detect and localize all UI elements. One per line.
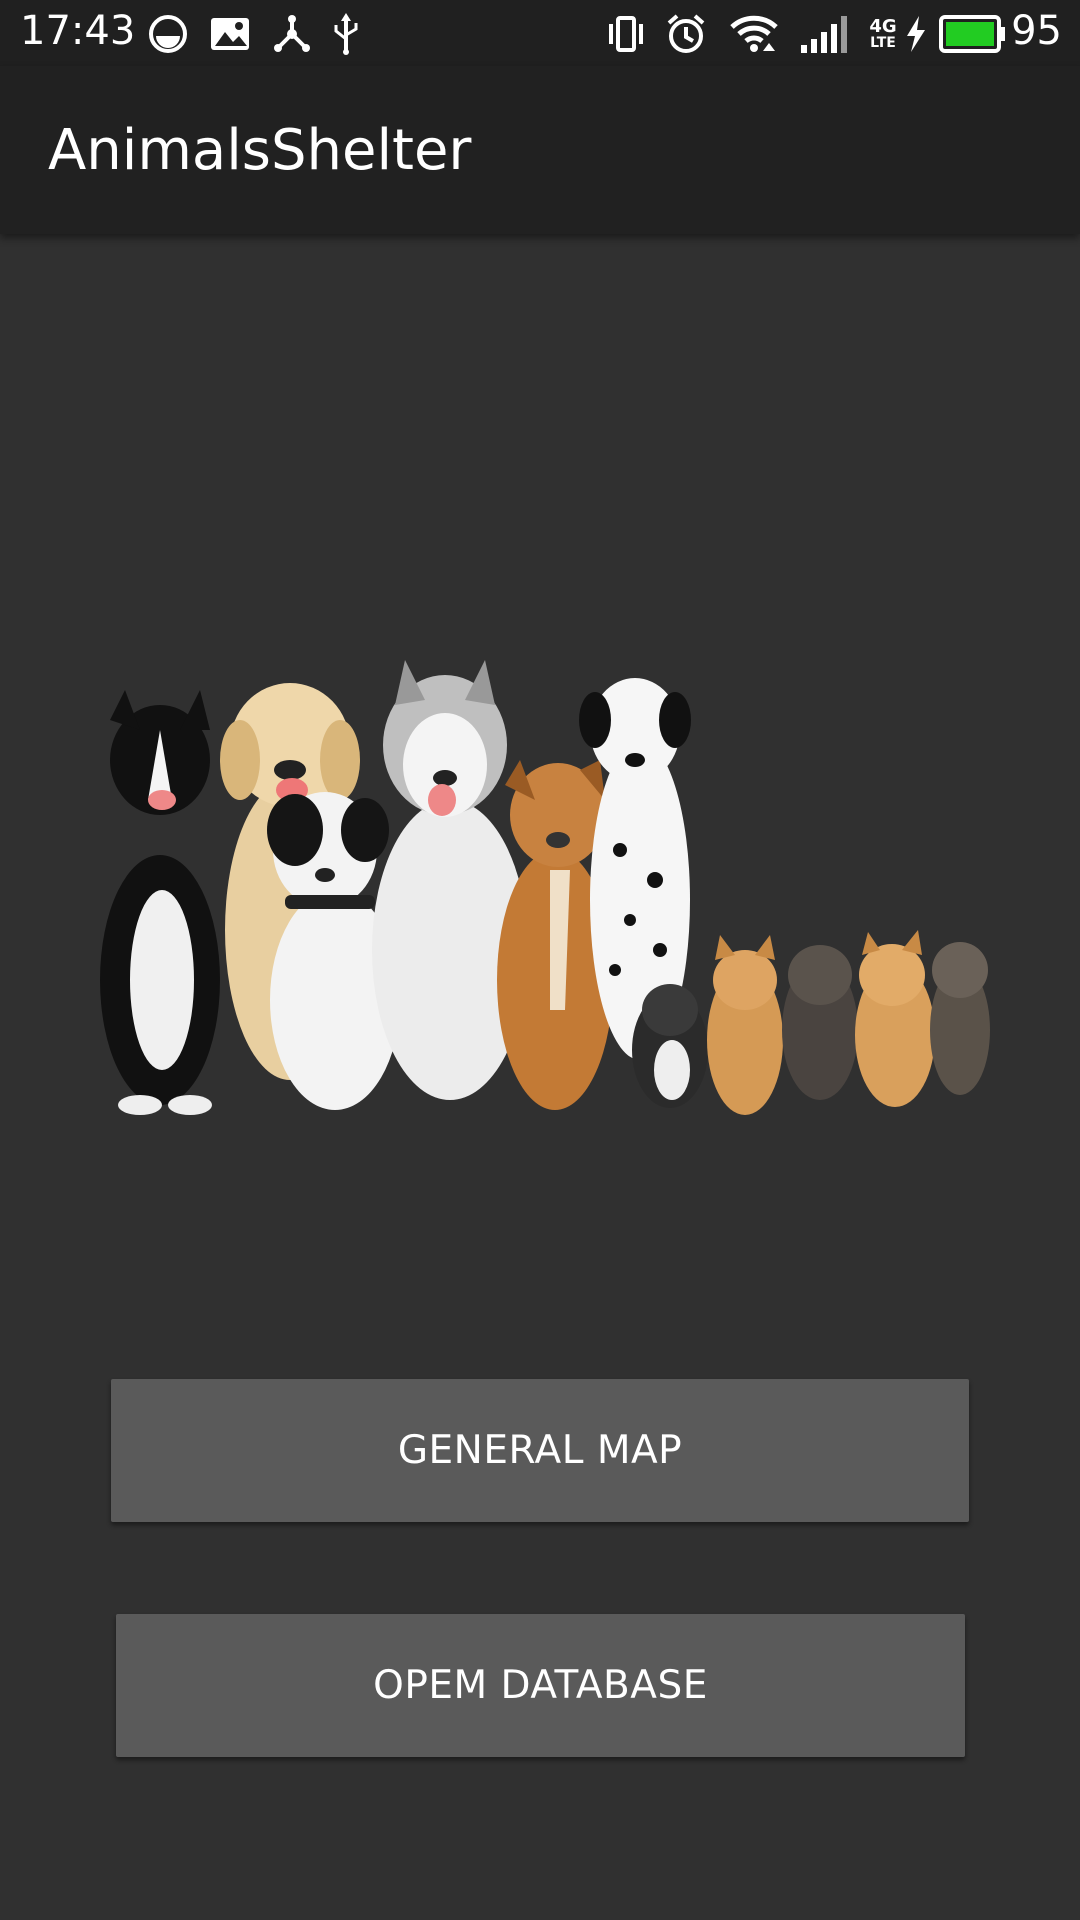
network-sub-label: LTE <box>870 35 896 51</box>
share-nodes-icon <box>270 12 314 56</box>
general-map-button[interactable]: GENERAL MAP <box>111 1379 969 1522</box>
status-bar: 17:43 4G LTE 95 <box>0 0 1080 66</box>
battery-icon <box>938 12 1008 56</box>
border-collie-dog <box>100 690 220 1115</box>
moon-circle-icon <box>146 12 190 56</box>
usb-icon <box>326 12 366 56</box>
status-time: 17:43 <box>20 8 136 54</box>
network-type-label: 4G <box>869 16 897 37</box>
image-icon <box>208 12 252 56</box>
alarm-icon <box>664 12 708 56</box>
charging-icon <box>904 12 928 56</box>
open-database-button[interactable]: OPEM DATABASE <box>116 1614 965 1757</box>
network-4g-lte-icon: 4G LTE <box>866 12 900 56</box>
vibrate-icon <box>604 12 648 56</box>
wifi-icon <box>728 12 780 56</box>
app-title: AnimalsShelter <box>48 118 472 183</box>
battery-level: 95 <box>1011 8 1062 54</box>
app-bar: AnimalsShelter <box>0 66 1080 234</box>
pets-group-image <box>80 650 1020 1120</box>
signal-icon <box>798 12 854 56</box>
